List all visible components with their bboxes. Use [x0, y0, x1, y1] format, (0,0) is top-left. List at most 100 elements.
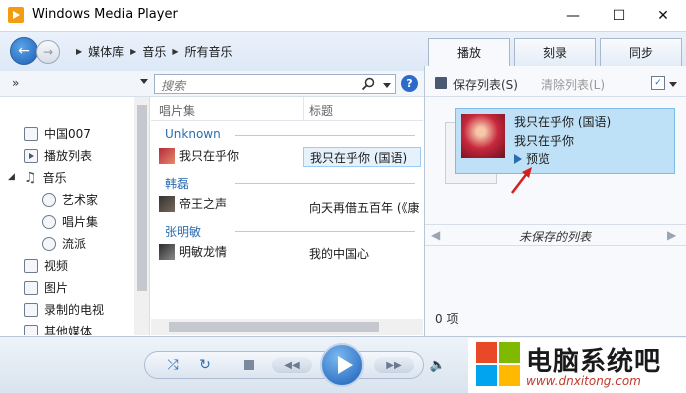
save-list-button[interactable]: 保存列表(S) [453, 76, 518, 93]
close-button[interactable]: ✕ [640, 0, 686, 31]
sidebar-item-playlists[interactable]: 播放列表 [24, 147, 92, 164]
track-title-selected[interactable]: 我只在乎你 (国语) [303, 147, 421, 167]
sidebar-item-label: 艺术家 [62, 193, 99, 207]
watermark: 电脑系统吧 www.dnxitong.com [468, 338, 686, 393]
repeat-icon[interactable]: ↻ [196, 356, 214, 374]
breadcrumb-library[interactable]: 媒体库 [88, 43, 124, 60]
windows-logo-icon [476, 342, 520, 386]
sidebar-item-videos[interactable]: 视频 [24, 257, 68, 274]
sidebar-item-label: 其他媒体 [44, 325, 93, 335]
sidebar-item-pictures[interactable]: 图片 [24, 279, 68, 296]
save-icon [435, 77, 447, 89]
chevron-right-icon: ▶ [172, 47, 179, 56]
tv-icon [24, 302, 38, 317]
breadcrumb: ▶ 媒体库 ▶ 音乐 ▶ 所有音乐 [76, 43, 233, 60]
window-title: Windows Media Player [32, 7, 178, 22]
sidebar-item-label: 播放列表 [44, 149, 93, 163]
horizontal-scrollbar[interactable] [151, 319, 423, 335]
search-input[interactable]: 搜索 [154, 74, 396, 94]
maximize-button[interactable]: ☐ [596, 0, 642, 31]
library-toolbar: » 搜索 ? [0, 71, 428, 97]
play-button[interactable] [320, 343, 364, 387]
overflow-button[interactable]: » [12, 76, 19, 90]
drag-track-album: 我只在乎你 [514, 134, 575, 148]
list-options-icon[interactable]: ✓ [651, 76, 665, 90]
item-count: 0 项 [435, 312, 459, 326]
album-thumbnail [159, 147, 175, 164]
breadcrumb-all-music[interactable]: 所有音乐 [185, 43, 233, 60]
album-icon [42, 214, 56, 229]
video-icon [24, 258, 38, 273]
column-header-album[interactable]: 唱片集 [159, 102, 195, 119]
title-bar: Windows Media Player — ☐ ✕ [0, 0, 686, 31]
music-note-icon: ♫ [24, 169, 37, 186]
playlist-icon [24, 148, 38, 163]
minimize-button[interactable]: — [550, 0, 596, 31]
sidebar: 中国007 播放列表 ◢ ♫ 音乐 艺术家 唱片集 流派 视频 图片 录制的电视… [0, 97, 150, 335]
column-divider[interactable] [303, 97, 304, 121]
chevron-right-icon: ▶ [130, 47, 137, 56]
tab-sync[interactable]: 同步 [600, 38, 682, 66]
back-button[interactable]: ← [10, 37, 38, 65]
album-item[interactable]: 明敏龙情 [159, 243, 227, 260]
shuffle-icon[interactable]: ⤮ [164, 356, 182, 374]
album-name: 我只在乎你 [179, 149, 240, 163]
list-options-dropdown[interactable] [669, 82, 677, 87]
library-icon [24, 126, 38, 141]
arrow-right-icon[interactable]: ▶ [667, 228, 676, 242]
next-button[interactable]: ▶▶ [374, 357, 414, 373]
arrow-left-icon[interactable]: ◀ [431, 228, 440, 242]
album-cover [461, 114, 505, 158]
stop-button[interactable] [244, 360, 254, 370]
search-placeholder: 搜索 [161, 79, 186, 93]
sidebar-item-albums[interactable]: 唱片集 [42, 213, 98, 230]
play-icon [514, 153, 522, 164]
album-name: 明敏龙情 [179, 245, 228, 259]
tab-burn[interactable]: 刻录 [514, 38, 596, 66]
search-dropdown-arrow[interactable] [383, 83, 391, 88]
picture-icon [24, 280, 38, 295]
sidebar-item-label: 流派 [62, 237, 87, 251]
album-thumbnail [159, 243, 175, 260]
dragged-track-card[interactable]: 我只在乎你 (国语) 我只在乎你 预览 [455, 108, 675, 174]
media-icon [24, 324, 38, 335]
sidebar-item-label: 录制的电视 [44, 303, 105, 317]
sidebar-item-genres[interactable]: 流派 [42, 235, 86, 252]
sidebar-item-china007[interactable]: 中国007 [24, 125, 91, 142]
album-item[interactable]: 帝王之声 [159, 195, 227, 212]
sidebar-scrollbar[interactable] [134, 97, 149, 335]
playlist-pane: 保存列表(S) 清除列表(L) ✓ 我只在乎你 (国语) 我只在乎你 预览 ◀ … [424, 66, 686, 336]
horizontal-scroll-thumb[interactable] [169, 322, 379, 332]
group-divider [235, 135, 415, 136]
sidebar-item-artists[interactable]: 艺术家 [42, 191, 98, 208]
album-name: 帝王之声 [179, 197, 228, 211]
previous-button[interactable]: ◀◀ [272, 357, 312, 373]
forward-button[interactable]: → [36, 40, 60, 64]
expand-arrow-icon[interactable]: ◢ [8, 172, 15, 182]
tab-play[interactable]: 播放 [428, 38, 510, 66]
help-icon[interactable]: ? [401, 75, 418, 92]
sidebar-item-recorded-tv[interactable]: 录制的电视 [24, 301, 104, 318]
sidebar-item-label: 视频 [44, 259, 69, 273]
sidebar-item-other-media[interactable]: 其他媒体 [24, 323, 92, 335]
watermark-name: 电脑系统吧 [526, 347, 662, 377]
sidebar-item-music[interactable]: ♫ 音乐 [24, 169, 67, 186]
breadcrumb-music[interactable]: 音乐 [142, 43, 166, 60]
view-options-dropdown[interactable] [140, 79, 148, 84]
tab-strip: 播放 刻录 同步 [428, 38, 686, 66]
clear-list-button[interactable]: 清除列表(L) [541, 76, 605, 93]
volume-icon[interactable]: 🔈 [430, 357, 446, 373]
album-item[interactable]: 我只在乎你 [159, 147, 239, 164]
sidebar-scroll-thumb[interactable] [137, 105, 147, 291]
column-header-title[interactable]: 标题 [309, 102, 333, 119]
track-title[interactable]: 我的中国心 [303, 243, 421, 263]
column-header-row: 唱片集 标题 [151, 97, 423, 121]
artist-group-header: 韩磊 [165, 177, 190, 191]
artist-icon [42, 192, 56, 207]
track-title[interactable]: 向天再借五百年 (《康 [303, 197, 421, 217]
search-icon[interactable] [361, 77, 375, 91]
artist-group-header: Unknown [165, 127, 221, 141]
unsaved-list-label: 未保存的列表 [519, 230, 592, 244]
unsaved-list-bar: ◀ 未保存的列表 ▶ [425, 224, 686, 246]
sidebar-item-label: 唱片集 [62, 215, 99, 229]
